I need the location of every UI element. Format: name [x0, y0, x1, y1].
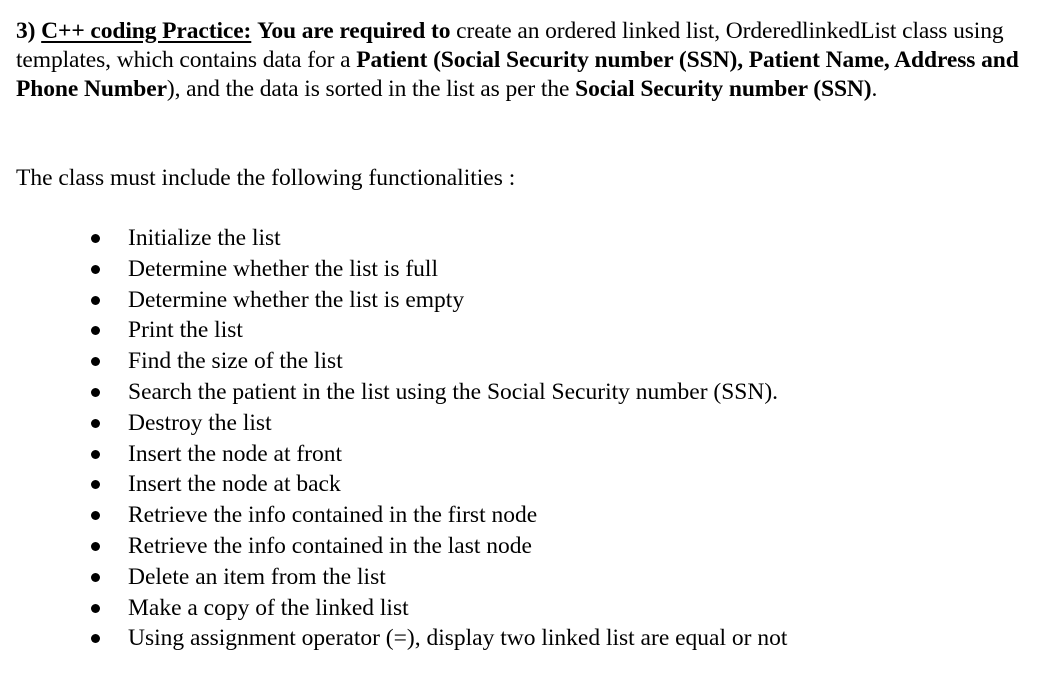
bullet-icon: [91, 480, 100, 490]
list-item-text: Determine whether the list is empty: [128, 286, 465, 313]
question-paragraph: 3) C++ coding Practice: You are required…: [16, 17, 1026, 104]
list-item-text: Make a copy of the linked list: [128, 594, 409, 621]
bullet-icon: [91, 234, 100, 243]
bullet-icon: [91, 603, 100, 613]
bullet-icon: [91, 295, 100, 305]
bullet-icon: [91, 541, 100, 551]
question-text-2: ), and the data is sorted in the list as…: [166, 76, 576, 102]
list-item-text: Retrieve the info contained in the first…: [128, 502, 538, 529]
bullet-icon: [91, 357, 100, 367]
list-item-text: Insert the node at front: [128, 440, 343, 467]
list-item-text: Retrieve the info contained in the last …: [128, 532, 532, 559]
question-number: 3): [16, 18, 36, 44]
bullet-icon: [91, 326, 100, 336]
list-item-text: Determine whether the list is full: [128, 255, 438, 282]
question-title: C++ coding Practice:: [41, 18, 252, 44]
question-text-3: .: [871, 76, 878, 102]
list-item-text: Insert the node at back: [128, 471, 341, 498]
sort-key: Social Security number (SSN): [575, 76, 872, 102]
bullet-icon: [91, 418, 100, 428]
list-item-text: Initialize the list: [128, 225, 281, 251]
bullet-icon: [91, 511, 100, 521]
list-item-text: Print the list: [128, 317, 243, 344]
list-item-text: Using assignment operator (=), display t…: [128, 625, 788, 652]
question-lead: You are required to: [257, 18, 451, 44]
bullet-icon: [91, 449, 100, 459]
bullet-icon: [91, 634, 100, 644]
list-item-text: Find the size of the list: [128, 348, 343, 375]
list-item-text: Search the patient in the list using the…: [128, 378, 779, 405]
list-item-text: Delete an item from the list: [128, 563, 386, 590]
bullet-icon: [91, 264, 100, 274]
bullet-icon: [91, 572, 100, 582]
list-item-text: Destroy the list: [128, 409, 272, 436]
bullet-icon: [91, 387, 100, 397]
functionalities-intro: The class must include the following fun…: [16, 165, 516, 191]
